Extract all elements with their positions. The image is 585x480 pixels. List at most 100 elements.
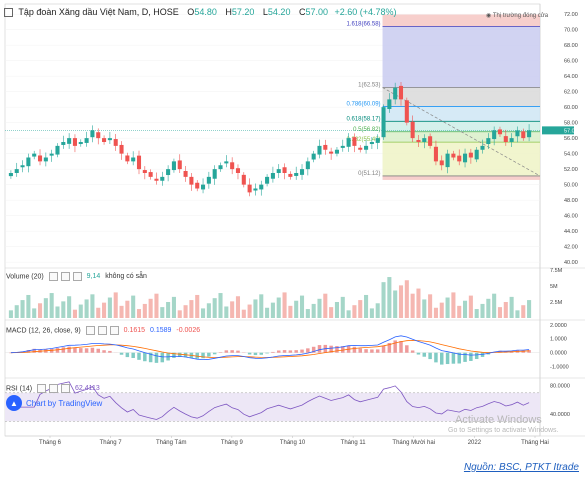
volume-bar: [201, 308, 206, 318]
candle-body: [218, 165, 223, 170]
windows-watermark: Activate Windows: [455, 414, 542, 426]
settings-icon[interactable]: [49, 384, 59, 393]
chart-frame: 40.00 42.00 44.00 46.00 48.00 50.00 52.00 54.00…: [0, 0, 585, 470]
volume-bar: [136, 309, 142, 318]
rsi-legend: RSI (14) 62.4113: [6, 384, 100, 393]
eye-icon[interactable]: [85, 326, 95, 335]
price-tick-label: 48.00: [564, 198, 578, 204]
last-price-label: 57.00: [564, 128, 578, 134]
volume-bar: [358, 300, 363, 318]
candle-body: [206, 176, 211, 184]
candle-body: [299, 169, 305, 175]
symbol-title[interactable]: Tập đoàn Xăng dầu Việt Nam, D, HOSE: [18, 7, 178, 17]
macd-value-3: -0.0026: [176, 327, 201, 335]
volume-bar: [61, 301, 66, 318]
candle-body: [224, 161, 229, 164]
settings-icon[interactable]: [60, 272, 70, 281]
rsi-label[interactable]: RSI (14): [6, 385, 32, 392]
volume-bar: [369, 308, 374, 318]
volume-bar: [55, 306, 60, 318]
volume-bar: [8, 310, 13, 318]
volume-bar: [26, 294, 31, 318]
macd-histogram-bar: [381, 345, 386, 353]
volume-bar: [323, 293, 328, 318]
volume-bar: [410, 293, 415, 318]
candle-body: [171, 161, 176, 171]
macd-label[interactable]: MACD (12, 26, close, 9): [6, 327, 81, 334]
candle-body: [311, 153, 316, 160]
candle-body: [305, 161, 310, 170]
candle-body: [509, 138, 514, 142]
volume-bar: [119, 305, 124, 318]
price-tick-label: 60.00: [564, 105, 578, 111]
volume-bar: [148, 298, 153, 318]
price-tick-label: 58.00: [564, 121, 578, 127]
macd-tick-label: 0.0000: [550, 351, 567, 357]
tradingview-text: Chart by TradingView: [26, 398, 103, 408]
open-value: 54.80: [194, 7, 217, 17]
volume-bar: [72, 309, 77, 318]
tradingview-badge[interactable]: ▲ Chart by TradingView: [6, 395, 102, 411]
macd-histogram-bar: [276, 350, 281, 353]
settings-icon[interactable]: [97, 326, 107, 335]
candle-body: [317, 145, 322, 155]
price-tick-label: 50.00: [564, 183, 578, 189]
macd-histogram-bar: [294, 350, 298, 353]
volume-bar: [212, 298, 217, 318]
time-tick-label: 2022: [468, 440, 482, 446]
candle-body: [433, 146, 438, 162]
macd-tick-label: -1.0000: [550, 365, 569, 371]
macd-histogram-bar: [90, 347, 95, 353]
candle-body: [20, 165, 25, 168]
volume-bar: [96, 307, 101, 318]
volume-bar: [294, 300, 299, 318]
candle-body: [276, 169, 281, 173]
candle-body: [480, 145, 485, 150]
candle-body: [439, 160, 444, 166]
source-caption[interactable]: Nguồn: BSC, PTKT Itrade: [464, 462, 579, 473]
volume-bar: [334, 302, 339, 318]
candle-body: [55, 145, 60, 155]
candle-body: [457, 155, 462, 162]
volume-bar: [37, 303, 43, 318]
macd-histogram-bar: [207, 352, 211, 357]
macd-histogram-bar: [416, 352, 421, 355]
close-icon[interactable]: [72, 272, 82, 281]
volume-bar: [253, 299, 258, 318]
collapse-icon[interactable]: [4, 8, 13, 18]
macd-histogram-bar: [224, 350, 229, 353]
volume-bar: [189, 300, 194, 318]
candle-body: [125, 155, 130, 162]
volume-bar: [311, 303, 316, 318]
candle-body: [364, 145, 369, 150]
time-tick-label: Tháng Tám: [156, 440, 187, 446]
candle-body: [329, 151, 334, 154]
candle-body: [49, 153, 54, 156]
close-icon[interactable]: [61, 384, 71, 393]
candle-body: [497, 129, 503, 135]
volume-bar: [480, 303, 485, 318]
volume-bar: [107, 297, 112, 318]
price-tick-label: 44.00: [564, 229, 578, 235]
macd-histogram-bar: [393, 340, 397, 353]
volume-label[interactable]: Volume (20): [6, 273, 44, 280]
fib-level-label: 0.786(60.09): [347, 101, 381, 107]
eye-icon[interactable]: [37, 384, 47, 393]
candle-body: [201, 184, 206, 190]
macd-histogram-bar: [428, 352, 432, 360]
close-icon[interactable]: [109, 326, 119, 335]
macd-histogram-bar: [119, 352, 124, 355]
eye-icon[interactable]: [48, 272, 58, 281]
volume-bar: [14, 305, 19, 318]
candle-body: [486, 138, 491, 145]
macd-histogram-bar: [61, 347, 66, 353]
volume-bar: [451, 292, 456, 318]
macd-histogram-bar: [137, 352, 141, 360]
candle-body: [474, 149, 479, 160]
macd-histogram-bar: [143, 352, 147, 362]
volume-bar: [364, 294, 369, 318]
candle-body: [521, 131, 526, 139]
price-tick-label: 42.00: [564, 245, 578, 251]
macd-legend: MACD (12, 26, close, 9) 0.1615 0.1589 -0…: [6, 326, 200, 335]
rsi-tick-label: 80.0000: [550, 384, 570, 390]
